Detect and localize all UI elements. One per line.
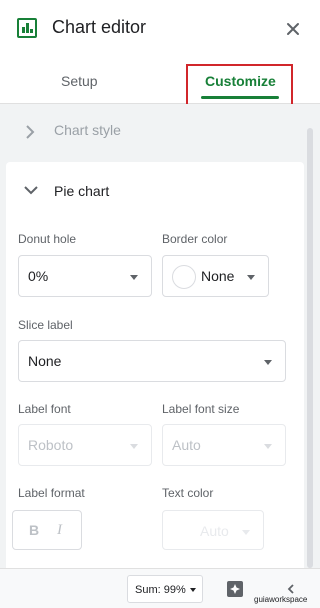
donut-hole-value: 0% [28,268,49,284]
text-color-dropdown[interactable]: Auto [162,510,264,550]
label-font-dropdown[interactable]: Roboto [18,424,152,466]
chevron-right-icon [26,125,35,139]
text-color-label: Text color [162,486,214,500]
border-color-label: Border color [162,232,228,246]
dropdown-arrow-icon [247,275,255,280]
chart-style-label: Chart style [54,122,121,138]
pie-chart-label: Pie chart [54,183,110,199]
border-color-value: None [201,268,235,284]
scrollbar[interactable] [307,128,313,568]
donut-hole-dropdown[interactable]: 0% [18,255,152,297]
label-font-value: Roboto [28,437,74,453]
dropdown-arrow-icon [242,530,250,535]
sheets-chart-icon [17,18,37,38]
dropdown-arrow-icon [130,275,138,280]
explore-icon[interactable] [226,580,244,598]
label-format-toggle-group: B I [12,510,82,550]
label-font-size-label: Label font size [162,402,240,416]
label-font-size-value: Auto [172,437,201,453]
label-format-label: Label format [18,486,85,500]
donut-hole-label: Donut hole [18,232,77,246]
slice-label-dropdown[interactable]: None [18,340,286,382]
chart-style-section-header[interactable]: Chart style [0,104,304,160]
label-font-size-dropdown[interactable]: Auto [162,424,286,466]
text-color-value: Auto [200,523,229,539]
chevron-left-icon[interactable] [286,583,296,595]
sum-value: Sum: 99% [135,584,186,596]
color-swatch [172,265,196,289]
slice-label-value: None [28,353,62,369]
label-font-label: Label font [18,402,71,416]
dropdown-arrow-icon [130,444,138,449]
pie-chart-section: Pie chart Donut hole 0% Border color Non… [6,162,304,568]
dropdown-arrow-icon [264,444,272,449]
bold-button[interactable]: B [29,522,39,538]
customize-panel: Chart style Pie chart Donut hole 0% Bord… [0,104,320,568]
sum-dropdown[interactable]: Sum: 99% [127,575,203,603]
watermark: guiaworkspace [254,595,308,604]
pie-chart-section-header[interactable]: Pie chart [6,162,304,220]
editor-header: Chart editor [0,0,320,58]
border-color-dropdown[interactable]: None [162,255,269,297]
close-icon[interactable] [282,18,304,40]
dropdown-arrow-icon [190,588,196,592]
slice-label-label: Slice label [18,318,73,332]
italic-button[interactable]: I [57,522,62,539]
tab-setup[interactable]: Setup [61,73,98,89]
panel-title: Chart editor [52,17,147,37]
dropdown-arrow-icon [264,360,272,365]
chevron-down-icon [24,186,38,195]
